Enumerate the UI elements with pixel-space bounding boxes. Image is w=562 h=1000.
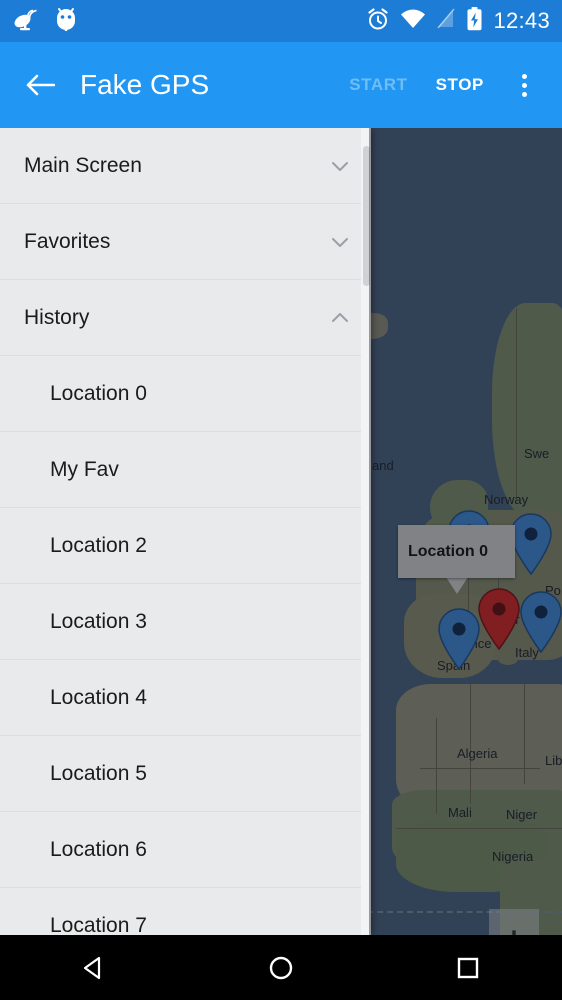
start-button[interactable]: START xyxy=(335,75,421,95)
back-button[interactable] xyxy=(18,63,62,107)
satellite-dish-icon xyxy=(12,6,38,37)
navigation-drawer[interactable]: Main Screen Favorites History Location 0… xyxy=(0,128,371,935)
overflow-dot xyxy=(521,91,527,97)
drawer-item-location-7[interactable]: Location 7 xyxy=(0,888,371,935)
status-bar-system-icons: 12:43 xyxy=(366,6,550,36)
drawer-item-location-3[interactable]: Location 3 xyxy=(0,584,371,660)
app-title: Fake GPS xyxy=(80,69,210,100)
nav-back-button[interactable] xyxy=(54,935,134,1000)
drawer-item-label: My Fav xyxy=(50,457,119,481)
app-bar: Fake GPS START STOP xyxy=(0,42,562,128)
system-navigation-bar xyxy=(0,935,562,1000)
drawer-item-label: Location 5 xyxy=(50,761,147,785)
drawer-item-location-5[interactable]: Location 5 xyxy=(0,736,371,812)
chevron-down-icon[interactable] xyxy=(329,155,351,177)
drawer-item-location-4[interactable]: Location 4 xyxy=(0,660,371,736)
drawer-item-location-0[interactable]: Location 0 xyxy=(0,356,371,432)
drawer-item-location-2[interactable]: Location 2 xyxy=(0,508,371,584)
wifi-icon xyxy=(400,8,426,35)
phone-screen: and Swe Norway Po er rance Italy Spain A… xyxy=(0,0,562,1000)
drawer-item-label: Location 4 xyxy=(50,685,147,709)
status-bar: 12:43 xyxy=(0,0,562,42)
status-bar-clock: 12:43 xyxy=(493,8,550,33)
alarm-clock-icon xyxy=(366,7,390,36)
nav-home-button[interactable] xyxy=(241,935,321,1000)
no-sim-signal-icon xyxy=(436,7,456,35)
drawer-item-label: Location 3 xyxy=(50,609,147,633)
drawer-item-label: Location 0 xyxy=(50,381,147,405)
drawer-group-favorites[interactable]: Favorites xyxy=(0,204,371,280)
status-bar-notification-icons xyxy=(12,6,78,37)
overflow-dot xyxy=(521,82,527,88)
drawer-item-label: Location 7 xyxy=(50,913,147,936)
drawer-group-label: Main Screen xyxy=(24,153,142,177)
drawer-edge xyxy=(369,128,371,935)
drawer-group-label: History xyxy=(24,305,90,329)
chevron-up-icon[interactable] xyxy=(329,307,351,329)
drawer-item-my-fav[interactable]: My Fav xyxy=(0,432,371,508)
drawer-item-label: Location 2 xyxy=(50,533,147,557)
battery-charging-icon xyxy=(466,6,483,36)
drawer-group-history[interactable]: History xyxy=(0,280,371,356)
more-vertical-icon[interactable] xyxy=(504,61,544,109)
drawer-item-label: Location 6 xyxy=(50,837,147,861)
android-robot-icon xyxy=(54,6,78,37)
stop-button[interactable]: STOP xyxy=(422,75,498,95)
chevron-down-icon[interactable] xyxy=(329,231,351,253)
drawer-group-label: Favorites xyxy=(24,229,111,253)
drawer-group-main-screen[interactable]: Main Screen xyxy=(0,128,371,204)
app-bar-actions: START STOP xyxy=(335,61,544,109)
drawer-item-location-6[interactable]: Location 6 xyxy=(0,812,371,888)
overflow-dot xyxy=(521,73,527,79)
nav-recents-button[interactable] xyxy=(428,935,508,1000)
